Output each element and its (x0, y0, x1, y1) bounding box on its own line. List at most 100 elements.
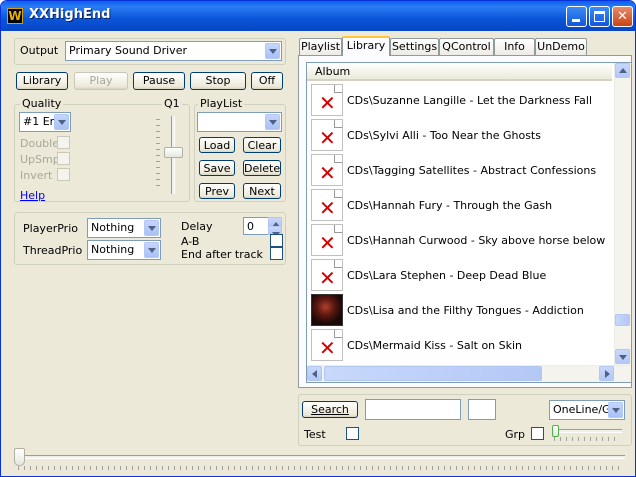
test-label: Test (304, 428, 326, 441)
window-title: XXHighEnd (29, 7, 111, 22)
list-item[interactable]: ✕ CDs\Hannah Curwood - Sky above horse b… (309, 224, 609, 259)
player-prio-label: PlayerPrio (23, 222, 78, 235)
ab-checkbox[interactable] (270, 234, 283, 247)
test-checkbox[interactable] (346, 427, 359, 440)
minimize-button[interactable] (566, 6, 587, 27)
play-button[interactable]: Play (74, 72, 128, 90)
clear-button[interactable]: Clear (243, 137, 281, 153)
chevron-down-icon[interactable] (144, 242, 159, 258)
player-prio-select[interactable]: Nothing (87, 218, 161, 238)
player-prio-value: Nothing (91, 221, 135, 234)
album-name: CDs\Hannah Fury - Through the Gash (347, 199, 553, 212)
list-item[interactable]: ✕ CDs\Sylvi Alli - Too Near the Ghosts (309, 119, 609, 154)
delete-button[interactable]: Delete (243, 160, 281, 176)
xx-logo-icon: W (7, 8, 23, 24)
vertical-scrollbar[interactable] (614, 63, 631, 366)
chevron-down-icon[interactable] (54, 114, 69, 130)
album-name: CDs\Tagging Satellites - Abstract Confes… (347, 164, 597, 177)
album-name: CDs\Lara Stephen - Deep Dead Blue (347, 269, 547, 282)
album-name: CDs\Suzanne Langille - Let the Darkness … (347, 94, 593, 107)
output-select-value: Primary Sound Driver (69, 44, 187, 57)
search-field-small[interactable] (468, 399, 496, 420)
search-button-label: Search (311, 403, 349, 416)
horizontal-scrollbar[interactable] (307, 365, 631, 382)
delay-spin-up-button[interactable] (268, 217, 282, 227)
next-button[interactable]: Next (243, 183, 281, 199)
end-after-track-checkbox[interactable] (270, 247, 283, 260)
tab-info[interactable]: Info (494, 38, 535, 55)
output-select[interactable]: Primary Sound Driver (65, 41, 282, 61)
list-item[interactable]: CDs\Lisa and the Filthy Tongues - Addict… (309, 294, 609, 329)
grp-slider-thumb[interactable] (552, 425, 559, 437)
missing-image-icon: ✕ (311, 224, 343, 256)
q-slider-thumb[interactable] (164, 147, 183, 158)
search-input[interactable] (365, 399, 461, 420)
tab-settings[interactable]: Settings (390, 38, 439, 55)
chevron-down-icon[interactable] (608, 402, 623, 418)
prev-button[interactable]: Prev (199, 183, 235, 199)
maximize-icon (594, 11, 605, 22)
off-button[interactable]: Off (251, 72, 283, 90)
maximize-button[interactable] (589, 6, 610, 27)
display-mode-select[interactable]: OneLine/Gr (549, 400, 625, 420)
album-name: CDs\Lisa and the Filthy Tongues - Addict… (347, 304, 584, 317)
scroll-left-button[interactable] (307, 366, 322, 381)
album-cover-image (311, 294, 343, 326)
help-link[interactable]: Help (20, 189, 45, 202)
thread-prio-select[interactable]: Nothing (87, 240, 161, 260)
library-button[interactable]: Library (16, 72, 68, 90)
scroll-right-button[interactable] (599, 366, 614, 381)
library-list[interactable]: Album ✕ CDs\Suzanne Langille - Let the D… (306, 62, 632, 383)
list-item[interactable]: ✕ CDs\Suzanne Langille - Let the Darknes… (309, 84, 609, 119)
quality-select-value: #1 En (23, 115, 57, 128)
position-slider-ticks (18, 466, 622, 470)
vertical-scroll-thumb[interactable] (615, 314, 630, 326)
tab-playlist[interactable]: Playlist (299, 38, 342, 55)
output-label: Output (20, 44, 59, 57)
position-slider-thumb[interactable] (14, 448, 25, 466)
list-item[interactable]: ✕ CDs\Lara Stephen - Deep Dead Blue (309, 259, 609, 294)
grp-slider-track[interactable] (552, 429, 622, 433)
album-name: CDs\Mermaid Kiss - Salt on Skin (347, 339, 523, 352)
album-name: CDs\Sylvi Alli - Too Near the Ghosts (347, 129, 541, 142)
list-item[interactable]: ✕ CDs\Mermaid Kiss - Salt on Skin (309, 329, 609, 364)
invert-checkbox[interactable] (57, 168, 70, 181)
load-button[interactable]: Load (199, 137, 235, 153)
double-checkbox[interactable] (57, 136, 70, 149)
delay-input[interactable]: 0 (243, 217, 269, 235)
playlist-select[interactable] (197, 112, 282, 132)
quality-select[interactable]: #1 En (19, 112, 71, 132)
chevron-down-icon[interactable] (144, 220, 159, 236)
app-window: W XXHighEnd ✕ Output Primary Sound Drive… (0, 0, 636, 477)
pause-button[interactable]: Pause (133, 72, 185, 90)
album-column-header[interactable]: Album (307, 63, 612, 81)
horizontal-scroll-thumb[interactable] (324, 366, 542, 381)
end-after-track-label: End after track (181, 248, 263, 261)
list-item[interactable]: ✕ CDs\Hannah Fury - Through the Gash (309, 189, 609, 224)
missing-image-icon: ✕ (311, 84, 343, 116)
position-slider-track[interactable] (15, 455, 625, 459)
scroll-up-button[interactable] (615, 63, 630, 78)
close-icon: ✕ (617, 9, 628, 24)
display-mode-value: OneLine/Gr (553, 403, 616, 416)
double-label: Double (20, 137, 59, 150)
upsmp-checkbox[interactable] (57, 152, 70, 165)
missing-image-icon: ✕ (311, 154, 343, 186)
stop-button[interactable]: Stop (190, 72, 246, 90)
invert-label: Invert (20, 169, 53, 182)
save-button[interactable]: Save (199, 160, 235, 176)
grp-checkbox[interactable] (531, 427, 544, 440)
tab-library[interactable]: Library (342, 36, 390, 56)
list-item[interactable]: ✕ CDs\Tagging Satellites - Abstract Conf… (309, 154, 609, 189)
chevron-down-icon[interactable] (265, 114, 280, 130)
tab-qcontrol[interactable]: QControl (439, 38, 494, 55)
thread-prio-label: ThreadPrio (23, 244, 83, 257)
chevron-down-icon[interactable] (265, 43, 280, 59)
playlist-title: PlayList (198, 97, 245, 110)
scroll-down-button[interactable] (615, 349, 630, 364)
missing-image-icon: ✕ (311, 119, 343, 151)
close-button[interactable]: ✕ (612, 6, 633, 27)
tab-undemo[interactable]: UnDemo (535, 38, 587, 55)
search-button[interactable]: Search (302, 401, 358, 418)
title-bar[interactable]: W XXHighEnd ✕ (1, 1, 635, 31)
